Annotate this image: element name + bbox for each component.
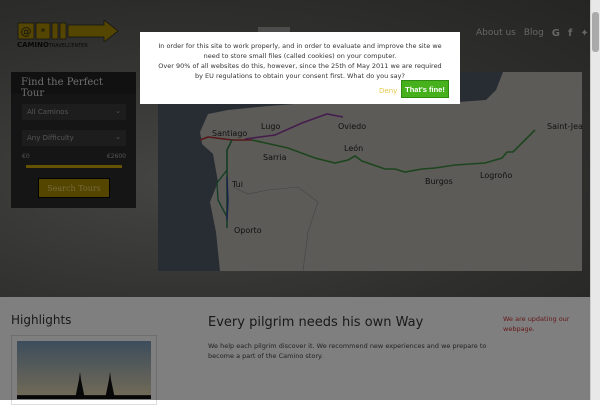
scrollbar[interactable] — [590, 0, 600, 400]
cookie-text-2: Over 90% of all websites do this, howeve… — [158, 62, 442, 80]
cookie-text-1: In order for this site to work properly,… — [158, 42, 442, 60]
accept-cookies-button[interactable]: That's fine! — [401, 80, 449, 98]
deny-cookies-link[interactable]: Deny — [379, 87, 397, 95]
scrollbar-thumb[interactable] — [592, 12, 599, 52]
